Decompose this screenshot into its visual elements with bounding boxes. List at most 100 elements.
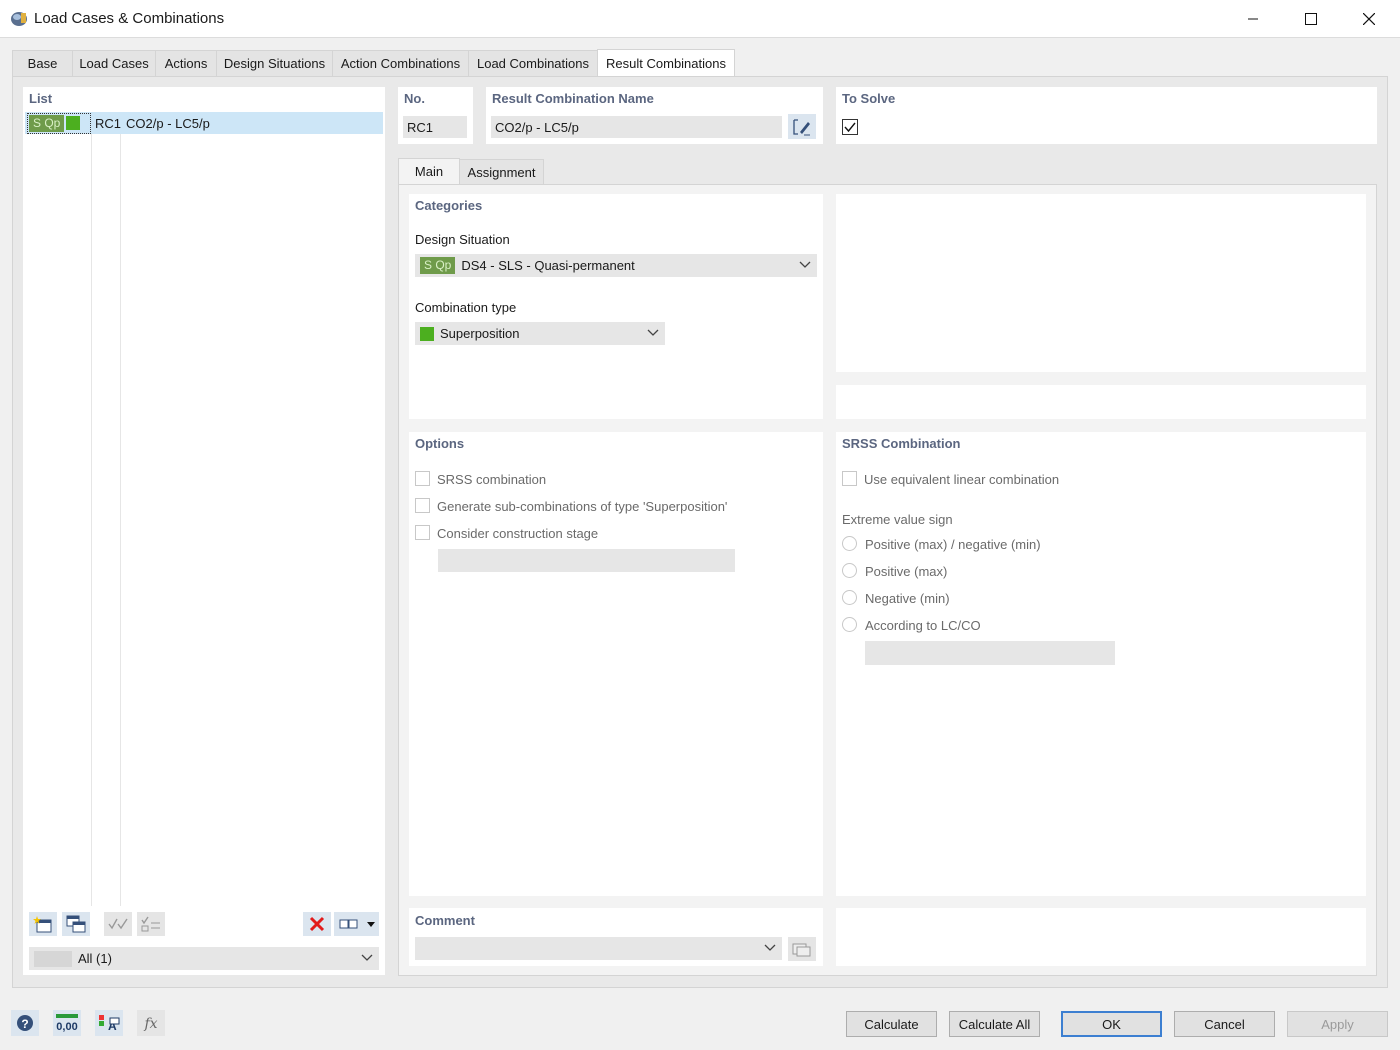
subtab-assignment[interactable]: Assignment — [459, 159, 544, 184]
chevron-down-icon — [647, 329, 659, 336]
delete-icon — [309, 916, 325, 932]
construction-stage-field[interactable] — [438, 549, 735, 572]
tab-action-combinations[interactable]: Action Combinations — [332, 50, 469, 76]
function-button[interactable]: fx — [137, 1010, 165, 1036]
sub-combinations-label: Generate sub-combinations of type 'Super… — [437, 499, 728, 514]
display-properties-button[interactable]: A — [95, 1010, 123, 1036]
minimize-icon — [1248, 18, 1258, 20]
equivalent-linear-label: Use equivalent linear combination — [864, 472, 1060, 487]
calculate-button[interactable]: Calculate — [846, 1011, 937, 1037]
calculate-all-button[interactable]: Calculate All — [949, 1011, 1040, 1037]
preview-panel — [836, 194, 1366, 372]
radio-negative[interactable] — [842, 590, 857, 605]
srss-checkbox[interactable] — [415, 471, 430, 486]
main-tabs: Base Load Cases Actions Design Situation… — [12, 49, 735, 76]
check-all-button[interactable] — [104, 912, 132, 936]
info-panel — [836, 385, 1366, 419]
radio-positive-negative-label: Positive (max) / negative (min) — [865, 537, 1041, 552]
design-situation-label: Design Situation — [415, 232, 510, 247]
construction-stage-label: Consider construction stage — [437, 526, 599, 541]
to-solve-label: To Solve — [842, 91, 896, 106]
according-lc-field[interactable] — [865, 641, 1115, 665]
app-icon — [11, 12, 27, 26]
radio-positive[interactable] — [842, 563, 857, 578]
new-item-button[interactable] — [29, 912, 57, 936]
list-header: List — [29, 91, 53, 106]
radio-positive-label: Positive (max) — [865, 564, 948, 579]
maximize-button[interactable] — [1282, 0, 1340, 38]
combination-type-dropdown[interactable]: Superposition — [415, 322, 665, 345]
new-icon — [33, 916, 52, 933]
svg-text:0,00: 0,00 — [56, 1021, 77, 1033]
units-icon: 0,00 — [56, 1014, 78, 1033]
comment-dropdown[interactable] — [415, 937, 782, 960]
options-header: Options — [415, 436, 465, 451]
display-properties-icon: A — [99, 1015, 120, 1033]
edit-icon — [793, 118, 810, 135]
view-options-icon — [339, 919, 375, 929]
filter-swatch — [34, 950, 72, 967]
cancel-button[interactable]: Cancel — [1174, 1011, 1275, 1037]
tab-design-situations[interactable]: Design Situations — [216, 50, 333, 76]
radio-according-lc[interactable] — [842, 617, 857, 632]
minimize-button[interactable] — [1224, 0, 1282, 38]
units-button[interactable]: 0,00 — [53, 1010, 81, 1036]
tab-base[interactable]: Base — [12, 50, 73, 76]
comment-header: Comment — [415, 913, 475, 928]
name-label: Result Combination Name — [492, 91, 654, 106]
ok-button[interactable]: OK — [1061, 1011, 1162, 1037]
categories-header: Categories — [415, 198, 483, 213]
check-all-icon — [108, 918, 128, 930]
tab-actions[interactable]: Actions — [155, 50, 217, 76]
list-item[interactable]: S Qp RC1 CO2/p - LC5/p — [25, 112, 383, 134]
design-situation-value: DS4 - SLS - Quasi-permanent — [461, 258, 635, 273]
radio-according-lc-label: According to LC/CO — [865, 618, 981, 633]
list-panel — [23, 87, 385, 975]
delete-button[interactable] — [303, 912, 331, 936]
comment-side-panel — [836, 908, 1366, 966]
list-filter-value: All (1) — [78, 951, 112, 966]
design-situation-dropdown[interactable]: S Qp DS4 - SLS - Quasi-permanent — [415, 254, 817, 277]
apply-button[interactable]: Apply — [1287, 1011, 1388, 1037]
list-item-name: CO2/p - LC5/p — [126, 115, 210, 131]
design-situation-badge: S Qp — [29, 114, 65, 132]
uncheck-all-button[interactable] — [137, 912, 165, 936]
subtab-main[interactable]: Main — [398, 158, 460, 184]
list-divider — [120, 134, 121, 906]
copy-icon — [66, 915, 86, 933]
function-icon: fx — [143, 1016, 157, 1032]
radio-positive-negative[interactable] — [842, 536, 857, 551]
color-swatch — [66, 116, 81, 130]
help-button[interactable]: ? — [11, 1010, 39, 1036]
tab-load-cases[interactable]: Load Cases — [72, 50, 156, 76]
tab-load-combinations[interactable]: Load Combinations — [468, 50, 598, 76]
chevron-down-icon — [799, 261, 811, 268]
comment-library-button[interactable] — [788, 937, 816, 961]
edit-name-button[interactable] — [788, 114, 816, 139]
help-icon: ? — [17, 1015, 33, 1031]
to-solve-checkbox[interactable] — [842, 119, 858, 135]
number-label: No. — [404, 91, 425, 106]
tab-result-combinations[interactable]: Result Combinations — [597, 49, 735, 76]
srss-header: SRSS Combination — [842, 436, 961, 451]
list-filter-dropdown[interactable]: All (1) — [29, 947, 379, 970]
name-field[interactable]: CO2/p - LC5/p — [491, 116, 782, 138]
to-solve-panel — [836, 87, 1377, 144]
list-item-id: RC1 — [95, 115, 122, 131]
maximize-icon — [1305, 13, 1317, 25]
close-button[interactable] — [1340, 0, 1398, 38]
color-swatch — [420, 326, 434, 341]
combination-type-label: Combination type — [415, 300, 517, 315]
number-field[interactable]: RC1 — [403, 116, 467, 138]
view-options-button[interactable] — [334, 912, 379, 936]
design-situation-badge: S Qp — [420, 257, 456, 274]
sub-combinations-checkbox[interactable] — [415, 498, 430, 513]
library-icon — [792, 943, 811, 957]
list-divider — [91, 134, 92, 906]
window-title: Load Cases & Combinations — [34, 10, 225, 27]
svg-text:fx: fx — [143, 1016, 157, 1032]
copy-item-button[interactable] — [62, 912, 90, 936]
equivalent-linear-checkbox[interactable] — [842, 471, 857, 486]
construction-stage-checkbox[interactable] — [415, 525, 430, 540]
srss-label: SRSS combination — [437, 472, 547, 487]
